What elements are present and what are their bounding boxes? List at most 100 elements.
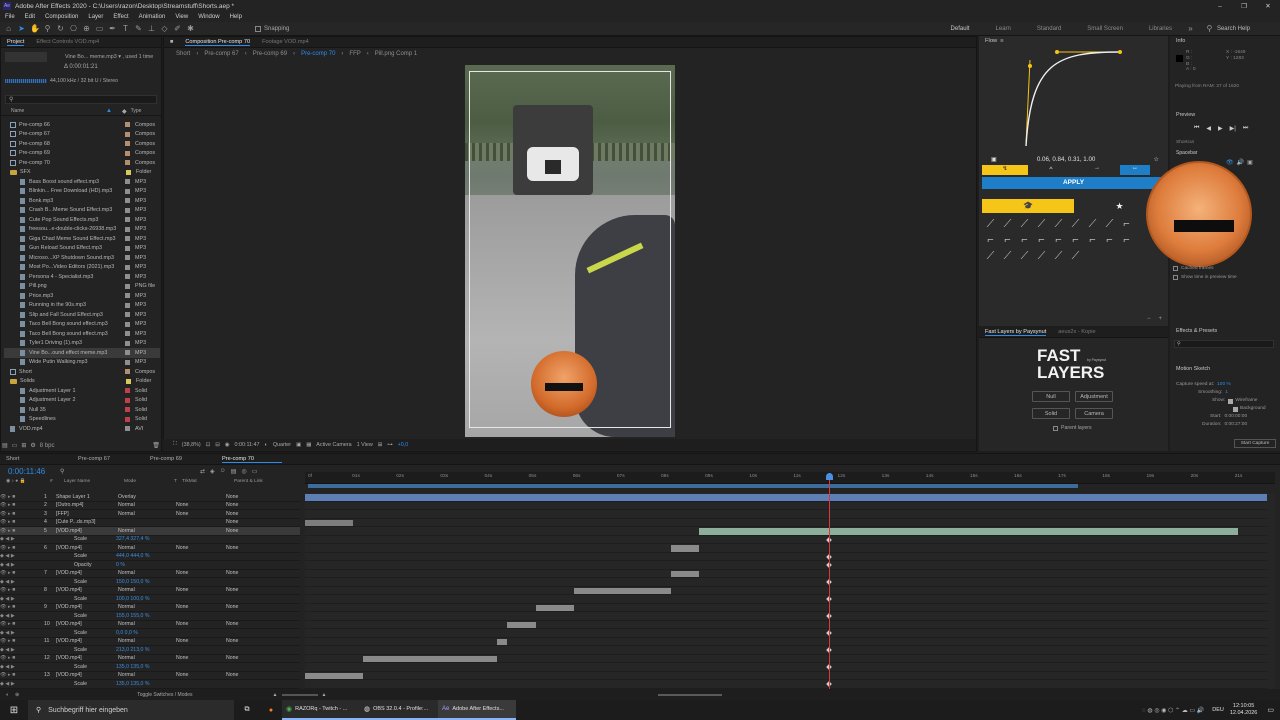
layer-switches-icon[interactable]: ⊕: [15, 692, 19, 698]
property-row[interactable]: ◆ ◀ ▶ Opacity 0 %: [0, 561, 300, 570]
menu-edit[interactable]: Edit: [25, 14, 35, 20]
ease-preset-icon[interactable]: ⌐: [1118, 232, 1135, 248]
label-color-swatch[interactable]: [125, 369, 130, 375]
project-item[interactable]: Solids Folder: [4, 377, 160, 387]
project-item[interactable]: Bonk.mp3 MP3: [4, 196, 160, 206]
taskbar-app-chrome[interactable]: ◉ RAZORq - Twitch - ...: [282, 700, 360, 720]
resolution-select[interactable]: Quarter: [273, 442, 291, 448]
visibility-icon[interactable]: 👁 ▸ ■: [0, 672, 44, 678]
show-time-checkbox[interactable]: [1173, 275, 1178, 280]
favorite-icon[interactable]: ☆: [1153, 156, 1159, 163]
project-item[interactable]: Pre-comp 70 Compos: [4, 158, 160, 168]
ease-preset-icon[interactable]: ⟋: [1033, 248, 1050, 264]
null-button[interactable]: Null: [1032, 391, 1070, 402]
property-name[interactable]: Scale: [56, 536, 116, 542]
property-name[interactable]: Opacity: [56, 562, 116, 568]
track-matte-select[interactable]: None: [176, 655, 226, 661]
wireframe-checkbox[interactable]: [1228, 398, 1234, 404]
property-name[interactable]: Scale: [56, 579, 116, 585]
layer-row[interactable]: 👁 ▸ ■ 4 [Cute P...ds.mp3] None: [0, 519, 300, 527]
workspace-overflow-icon[interactable]: »: [1186, 24, 1195, 33]
property-value[interactable]: 150,0 150,0 %: [116, 579, 174, 585]
layer-name[interactable]: [VOD.mp4]: [56, 570, 118, 576]
track-matte-select[interactable]: None: [176, 511, 226, 517]
breadcrumb-ffp[interactable]: FFP: [349, 51, 360, 57]
layer-row[interactable]: 👁 ▸ ■ 9 [VOD.mp4] Normal None None: [0, 604, 300, 612]
label-color-swatch[interactable]: [125, 397, 130, 403]
workspace-learn[interactable]: Learn: [996, 26, 1011, 32]
parent-select[interactable]: None: [226, 528, 238, 534]
blend-mode-select[interactable]: Normal: [118, 655, 176, 661]
menu-file[interactable]: File: [5, 14, 15, 20]
property-row[interactable]: ◆ ◀ ▶ Scale 100,0 100,0 %: [0, 595, 300, 604]
zoom-tool-icon[interactable]: ⚲: [43, 24, 52, 33]
project-item[interactable]: Pre-comp 69 Compos: [4, 149, 160, 159]
tab-effect-controls[interactable]: Effect Controls VOD.mp4: [36, 39, 99, 45]
graph-editor-icon[interactable]: ▭: [252, 468, 258, 475]
visibility-icon[interactable]: 👁 ▸ ■: [0, 604, 44, 610]
track-matte-select[interactable]: None: [176, 502, 226, 508]
parent-select[interactable]: None: [226, 545, 238, 551]
project-item[interactable]: Cute Pop Sound Effects.mp3 MP3: [4, 215, 160, 225]
label-color-swatch[interactable]: [125, 122, 130, 128]
exposure-value[interactable]: +0,0: [398, 442, 409, 448]
property-name[interactable]: Scale: [56, 553, 116, 559]
visibility-icon[interactable]: 👁 ▸ ■: [0, 621, 44, 627]
comp-mini-flowchart-icon[interactable]: ⇄: [200, 468, 205, 475]
label-color-swatch[interactable]: [125, 416, 130, 422]
taskbar-search[interactable]: ⚲ Suchbegriff hier eingeben: [28, 700, 234, 720]
layer-row[interactable]: 👁 ▸ ■ 2 [Outro.mp4] Normal None None: [0, 502, 300, 510]
parent-layers-checkbox[interactable]: [1053, 425, 1058, 431]
project-item[interactable]: SFX Folder: [4, 168, 160, 178]
keyframe-nav-icon[interactable]: ◆ ◀ ▶: [0, 613, 44, 619]
track-matte-select[interactable]: None: [176, 604, 226, 610]
cached-frames-checkbox[interactable]: [1173, 266, 1178, 271]
tab-fast-layers[interactable]: Fast Layers by Paysynut: [985, 329, 1047, 336]
search-help-icon[interactable]: ⚲: [1205, 24, 1214, 33]
ease-preset-icon[interactable]: ⟋: [1067, 216, 1084, 232]
layer-name[interactable]: [VOD.mp4]: [56, 604, 118, 610]
views-select[interactable]: 1 View: [357, 442, 373, 448]
parent-select[interactable]: None: [226, 655, 238, 661]
project-item[interactable]: Short Compos: [4, 367, 160, 377]
menu-composition[interactable]: Composition: [45, 14, 78, 20]
project-item[interactable]: Speedlines Solid: [4, 415, 160, 425]
label-color-swatch[interactable]: [125, 160, 130, 166]
timeline-search-icon[interactable]: ⚲: [60, 468, 200, 475]
label-color-swatch[interactable]: [125, 245, 130, 251]
project-item[interactable]: freesou...e-double-clicks-26938.mp3 MP3: [4, 225, 160, 235]
layer-row[interactable]: 👁 ▸ ■ 8 [VOD.mp4] Normal None None: [0, 587, 300, 595]
visibility-icon[interactable]: 👁 ▸ ■: [0, 511, 44, 517]
project-settings-icon[interactable]: ⚙: [30, 442, 35, 449]
project-item[interactable]: Pre-comp 68 Compos: [4, 139, 160, 149]
ease-mirror-button[interactable]: ⟑: [1028, 165, 1074, 175]
blend-mode-select[interactable]: Overlay: [118, 494, 176, 500]
workspace-libraries[interactable]: Libraries: [1149, 26, 1172, 32]
label-color-swatch[interactable]: [125, 226, 130, 232]
keyframe-nav-icon[interactable]: ◆ ◀ ▶: [0, 630, 44, 636]
roto-brush-tool-icon[interactable]: ✐: [173, 24, 182, 33]
property-row[interactable]: ◆ ◀ ▶ Scale 444,0 444,0 %: [0, 553, 300, 561]
project-item[interactable]: Blinkin... Free Download (HD).mp3 MP3: [4, 187, 160, 197]
bpc-label[interactable]: 8 bpc: [40, 443, 55, 449]
layer-row[interactable]: 👁 ▸ ■ 5 [VOD.mp4] Normal None: [0, 527, 300, 536]
label-color-swatch[interactable]: [125, 255, 130, 261]
visibility-icon[interactable]: 👁 ▸ ■: [0, 655, 44, 661]
tab-precomp-70[interactable]: Pre-comp 70: [222, 456, 282, 463]
parent-select[interactable]: None: [226, 587, 238, 593]
ease-preset-icon[interactable]: ⌐: [1050, 232, 1067, 248]
zoom-level[interactable]: (38,8%): [182, 442, 201, 448]
puppet-tool-icon[interactable]: ✱: [186, 24, 195, 33]
zoom-out-icon[interactable]: ▲: [273, 692, 278, 698]
col-type[interactable]: Type: [131, 108, 142, 114]
project-item[interactable]: Bass Boost sound effect.mp3 MP3: [4, 177, 160, 187]
property-row[interactable]: ◆ ◀ ▶ Scale 0,0 0,0 %: [0, 629, 300, 638]
track-matte-select[interactable]: None: [176, 570, 226, 576]
spacebar-select[interactable]: Spacebar: [1176, 150, 1197, 156]
layer-bar[interactable]: [535, 604, 575, 611]
close-button[interactable]: ✕: [1256, 2, 1280, 10]
project-item[interactable]: Slip and Fall Sound Effect.mp3 MP3: [4, 310, 160, 320]
layer-name[interactable]: [Outro.mp4]: [56, 502, 118, 508]
property-value[interactable]: 0,0 0,0 %: [116, 630, 174, 636]
minimize-button[interactable]: –: [1208, 3, 1232, 10]
